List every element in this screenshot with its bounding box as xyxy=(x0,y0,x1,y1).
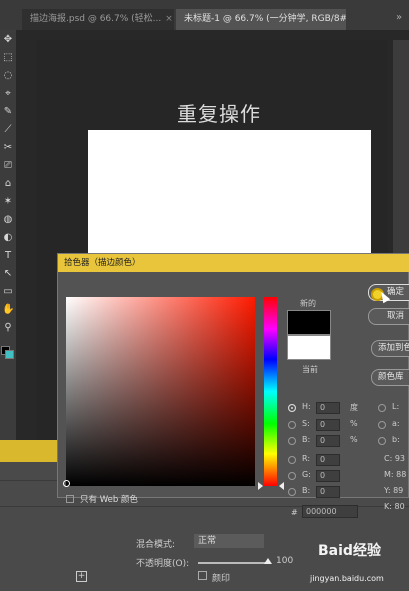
field-label: S: xyxy=(302,419,310,428)
lab-l-radio[interactable] xyxy=(378,404,386,412)
opacity-slider[interactable] xyxy=(198,562,268,564)
blend-mode-label: 混合模式: xyxy=(136,540,176,550)
close-icon[interactable]: × xyxy=(165,14,173,24)
only-web-colors-label: 只有 Web 颜色 xyxy=(80,495,138,505)
type-tool-icon[interactable]: T xyxy=(2,250,14,262)
highlight-strip xyxy=(0,440,60,462)
field-label: B: xyxy=(302,435,311,444)
path-select-tool-icon[interactable]: ↖ xyxy=(2,268,14,280)
tab-poster-psd[interactable]: 描边海报.psd @ 66.7% (轻松... × xyxy=(22,9,174,30)
hue-input[interactable]: 0 xyxy=(316,402,340,414)
background-color-swatch[interactable] xyxy=(5,350,14,359)
zoom-tool-icon[interactable]: ⚲ xyxy=(2,322,14,334)
lasso-tool-icon[interactable]: ◌ xyxy=(2,70,14,82)
opacity-slider-handle[interactable] xyxy=(264,558,272,564)
dialog-title: 拾色器（描边颜色） xyxy=(58,254,409,272)
eyedropper-tool-icon[interactable]: ✎ xyxy=(2,106,14,118)
brightness-input[interactable]: 0 xyxy=(316,435,340,447)
opacity-label: 不透明度(O): xyxy=(136,559,190,569)
unit-label: % xyxy=(350,419,358,428)
new-color-label: 新的 xyxy=(300,299,316,308)
red-radio[interactable] xyxy=(288,456,296,464)
lab-b-radio[interactable] xyxy=(378,437,386,445)
green-input[interactable]: 0 xyxy=(316,470,340,482)
hex-label: # xyxy=(291,508,298,517)
quick-select-tool-icon[interactable]: ⌖ xyxy=(2,88,14,100)
hand-tool-icon[interactable]: ✋ xyxy=(2,304,14,316)
field-label: b: xyxy=(392,435,400,444)
brush-tool-icon[interactable]: ✂ xyxy=(2,142,14,154)
healing-brush-icon[interactable]: ⟋ xyxy=(2,124,14,136)
blend-mode-select[interactable]: 正常 xyxy=(194,534,264,548)
add-button[interactable]: + xyxy=(76,571,87,582)
yellow-value[interactable]: Y: 89 xyxy=(384,486,403,495)
eraser-tool-icon[interactable]: ✶ xyxy=(2,196,14,208)
field-label: H: xyxy=(302,402,311,411)
red-input[interactable]: 0 xyxy=(316,454,340,466)
watermark-url: jingyan.baidu.com xyxy=(310,574,384,583)
field-label: R: xyxy=(302,454,311,463)
saturation-radio[interactable] xyxy=(288,421,296,429)
field-label: L: xyxy=(392,402,400,411)
rectangle-tool-icon[interactable]: ▭ xyxy=(2,286,14,298)
unit-label: % xyxy=(350,435,358,444)
lab-a-radio[interactable] xyxy=(378,421,386,429)
field-label: B: xyxy=(302,486,311,495)
blue-input[interactable]: 0 xyxy=(316,486,340,498)
color-marker[interactable] xyxy=(63,480,70,487)
move-tool-icon[interactable]: ✥ xyxy=(2,34,14,46)
current-color-label: 当前 xyxy=(302,365,318,374)
magenta-value[interactable]: M: 88 xyxy=(384,470,406,479)
tab-label: 未标题-1 @ 66.7% (一分钟学, RGB/8#) * xyxy=(184,14,346,24)
fill-checkbox[interactable] xyxy=(198,571,207,580)
saturation-input[interactable]: 0 xyxy=(316,419,340,431)
canvas-headline-text: 重复操作 xyxy=(177,102,261,126)
blue-radio[interactable] xyxy=(288,488,296,496)
color-picker-dialog: 拾色器（描边颜色） 只有 Web 颜色 新的 当前 确定 取消 添加到色板 颜色… xyxy=(57,253,409,518)
green-radio[interactable] xyxy=(288,472,296,480)
fill-label: 颜印 xyxy=(212,574,231,584)
hex-input[interactable]: 000000 xyxy=(302,505,358,518)
tab-untitled-1[interactable]: 未标题-1 @ 66.7% (一分钟学, RGB/8#) *× xyxy=(176,9,346,30)
hue-slider-left-arrow[interactable] xyxy=(258,482,263,490)
unit-label: 度 xyxy=(350,403,358,412)
dodge-tool-icon[interactable]: ◐ xyxy=(2,232,14,244)
history-brush-icon[interactable]: ⌂ xyxy=(2,178,14,190)
cyan-value[interactable]: C: 93 xyxy=(384,454,405,463)
only-web-colors-checkbox[interactable] xyxy=(66,495,74,503)
current-color-swatch[interactable] xyxy=(287,335,331,360)
watermark-brand: Baid经验 xyxy=(318,543,381,559)
document-tab-bar: 描边海报.psd @ 66.7% (轻松... × 未标题-1 @ 66.7% (… xyxy=(0,0,409,30)
photoshop-window: 描边海报.psd @ 66.7% (轻松... × 未标题-1 @ 66.7% (… xyxy=(0,0,409,591)
hue-slider[interactable] xyxy=(264,297,277,486)
saturation-brightness-field[interactable] xyxy=(63,297,255,487)
marquee-tool-icon[interactable]: ⬚ xyxy=(2,52,14,64)
new-color-swatch xyxy=(287,310,331,335)
hue-radio[interactable] xyxy=(288,404,296,412)
gradient-tool-icon[interactable]: ◍ xyxy=(2,214,14,226)
field-label: a: xyxy=(392,419,400,428)
brightness-radio[interactable] xyxy=(288,437,296,445)
baidu-watermark: Baid经验 jingyan.baidu.com xyxy=(300,538,409,591)
black-value[interactable]: K: 80 xyxy=(384,502,405,511)
color-libraries-button[interactable]: 颜色库 xyxy=(371,369,409,386)
cancel-button[interactable]: 取消 xyxy=(368,308,409,325)
clone-stamp-icon[interactable]: ⎚ xyxy=(2,160,14,172)
opacity-value[interactable]: 100 xyxy=(276,556,293,566)
tools-panel: ✥ ⬚ ◌ ⌖ ✎ ⟋ ✂ ⎚ ⌂ ✶ ◍ ◐ T ↖ ▭ ✋ ⚲ xyxy=(0,30,16,440)
tab-label: 描边海报.psd @ 66.7% (轻松... xyxy=(30,14,162,24)
hue-slider-right-arrow[interactable] xyxy=(279,482,284,490)
add-to-swatches-button[interactable]: 添加到色板 xyxy=(371,340,409,357)
chevron-double-right-icon[interactable]: » xyxy=(396,12,409,26)
field-label: G: xyxy=(302,470,311,479)
